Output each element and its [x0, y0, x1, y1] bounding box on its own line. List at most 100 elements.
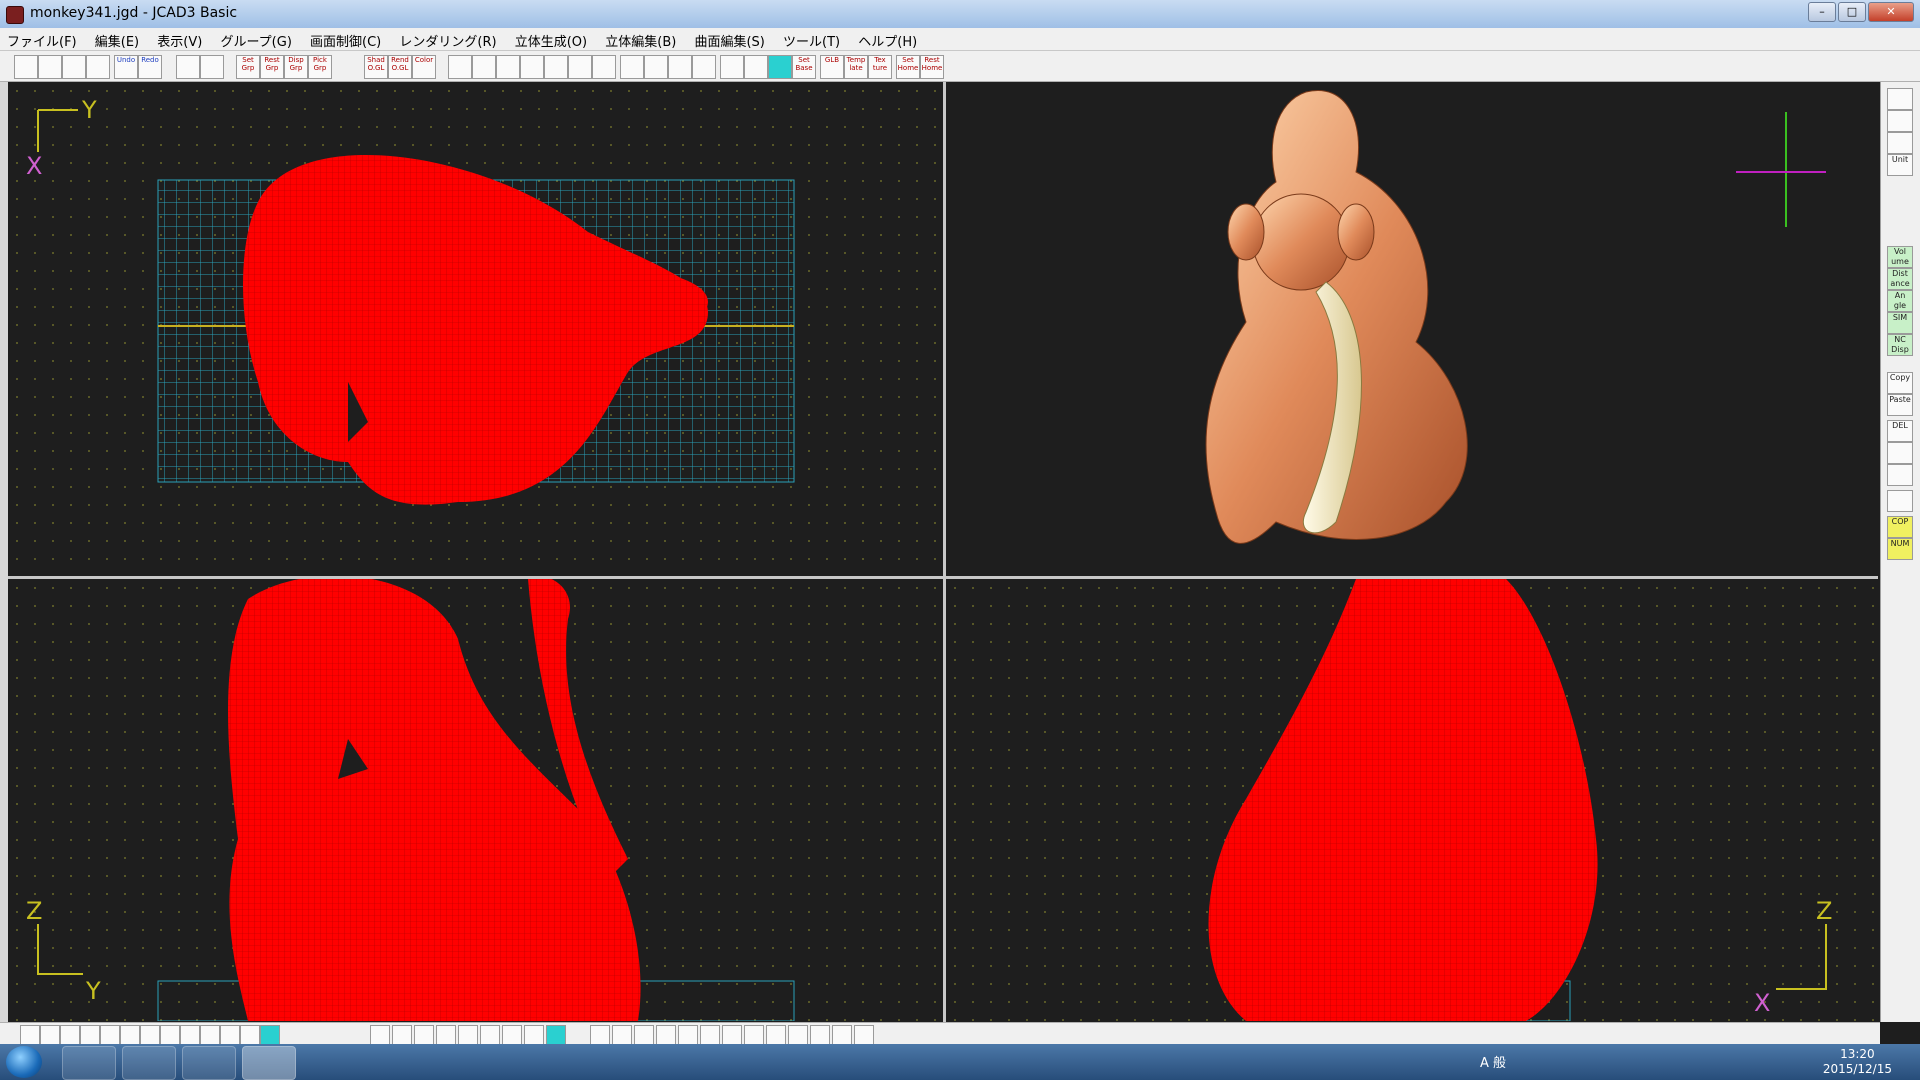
- menu-screen-control[interactable]: 画面制御(C): [303, 28, 388, 53]
- distance-button[interactable]: Dist ance: [1887, 268, 1913, 290]
- menu-group[interactable]: グループ(G): [213, 28, 298, 53]
- menu-solid-edit[interactable]: 立体編集(B): [598, 28, 683, 53]
- bottom-tool-1-icon[interactable]: [20, 1025, 40, 1045]
- open-folder-icon[interactable]: [38, 55, 62, 79]
- bottom-tool-30-icon[interactable]: [744, 1025, 764, 1045]
- bottom-tool-29-icon[interactable]: [722, 1025, 742, 1045]
- zoom-red-in-icon[interactable]: [620, 55, 644, 79]
- maximize-button[interactable]: □: [1838, 2, 1866, 22]
- monkey-wire-side[interactable]: [1208, 579, 1598, 1021]
- zoom-fit-icon[interactable]: [496, 55, 520, 79]
- save-icon[interactable]: [62, 55, 86, 79]
- light-icon[interactable]: [1887, 132, 1913, 154]
- bottom-tool-24-icon[interactable]: [612, 1025, 632, 1045]
- sim-button[interactable]: SIM: [1887, 312, 1913, 334]
- template-button[interactable]: Temp late: [844, 55, 868, 79]
- volume-button[interactable]: Vol ume: [1887, 246, 1913, 268]
- bottom-tool-32-icon[interactable]: [788, 1025, 808, 1045]
- bottom-tool-9-icon[interactable]: [180, 1025, 200, 1045]
- menu-edit[interactable]: 編集(E): [88, 28, 146, 53]
- render-view-canvas[interactable]: [946, 82, 1878, 576]
- undo-button[interactable]: Undo: [114, 55, 138, 79]
- viewport-perspective[interactable]: [946, 82, 1878, 576]
- bottom-tool-17-icon[interactable]: [436, 1025, 456, 1045]
- set-group-button[interactable]: Set Grp: [236, 55, 260, 79]
- rest-home-button[interactable]: Rest Home: [920, 55, 944, 79]
- group-list-icon[interactable]: [1887, 442, 1913, 464]
- copy-button[interactable]: Copy: [1887, 372, 1913, 394]
- menu-file[interactable]: ファイル(F): [0, 28, 84, 53]
- system-clock[interactable]: 13:20 2015/12/15: [1823, 1047, 1892, 1077]
- zoom-red-all-icon[interactable]: [692, 55, 716, 79]
- close-button[interactable]: ✕: [1868, 2, 1914, 22]
- angle-button[interactable]: An gle: [1887, 290, 1913, 312]
- delete-button[interactable]: DEL: [1887, 420, 1913, 442]
- zoom-in-icon[interactable]: [448, 55, 472, 79]
- bottom-tool-18-icon[interactable]: [458, 1025, 478, 1045]
- zoom-red-fit-icon[interactable]: [668, 55, 692, 79]
- front-view-canvas[interactable]: Z Y: [8, 579, 943, 1021]
- bottom-tool-11-icon[interactable]: [220, 1025, 240, 1045]
- bottom-tool-4-icon[interactable]: [80, 1025, 100, 1045]
- bottom-tool-7-icon[interactable]: [140, 1025, 160, 1045]
- bottom-tool-14-icon[interactable]: [370, 1025, 390, 1045]
- bottom-tool-3-icon[interactable]: [60, 1025, 80, 1045]
- bottom-tool-23-icon[interactable]: [590, 1025, 610, 1045]
- bottom-tool-25-icon[interactable]: [634, 1025, 654, 1045]
- snap-grid-icon[interactable]: [768, 55, 792, 79]
- bottom-tool-34-icon[interactable]: [832, 1025, 852, 1045]
- bottom-tool-35-icon[interactable]: [854, 1025, 874, 1045]
- pan-hand-icon[interactable]: [568, 55, 592, 79]
- horizontal-splitter[interactable]: [8, 576, 1878, 579]
- zoom-red-out-icon[interactable]: [644, 55, 668, 79]
- group-layer-icon[interactable]: [200, 55, 224, 79]
- bottom-tool-13-icon[interactable]: [260, 1025, 280, 1045]
- viewport-top[interactable]: Y X: [8, 82, 943, 576]
- chrome-icon[interactable]: [182, 1046, 236, 1080]
- vertical-splitter[interactable]: [943, 82, 946, 1022]
- ime-indicator[interactable]: A 般: [1480, 1052, 1506, 1071]
- num-button[interactable]: NUM: [1887, 538, 1913, 560]
- bottom-tool-6-icon[interactable]: [120, 1025, 140, 1045]
- redo-button[interactable]: Redo: [138, 55, 162, 79]
- disp-group-button[interactable]: Disp Grp: [284, 55, 308, 79]
- nc-disp-button[interactable]: NC Disp: [1887, 334, 1913, 356]
- internet-explorer-icon[interactable]: [62, 1046, 116, 1080]
- bottom-tool-12-icon[interactable]: [240, 1025, 260, 1045]
- render-eye-icon[interactable]: [1887, 88, 1913, 110]
- back-view-icon[interactable]: [592, 55, 616, 79]
- camera-icon[interactable]: [1887, 110, 1913, 132]
- bottom-tool-21-icon[interactable]: [524, 1025, 544, 1045]
- new-file-icon[interactable]: [14, 55, 38, 79]
- bottom-tool-20-icon[interactable]: [502, 1025, 522, 1045]
- print-icon[interactable]: [86, 55, 110, 79]
- color-button[interactable]: Color: [412, 55, 436, 79]
- jcad-taskbar-icon[interactable]: [242, 1046, 296, 1080]
- app-icon[interactable]: [6, 6, 24, 24]
- viewport-front[interactable]: Z Y: [8, 579, 943, 1021]
- menu-tools[interactable]: ツール(T): [776, 28, 847, 53]
- bottom-tool-31-icon[interactable]: [766, 1025, 786, 1045]
- bottom-tool-28-icon[interactable]: [700, 1025, 720, 1045]
- layers-icon[interactable]: [1887, 464, 1913, 486]
- tree-icon[interactable]: [1887, 490, 1913, 512]
- rest-group-button[interactable]: Rest Grp: [260, 55, 284, 79]
- bottom-tool-16-icon[interactable]: [414, 1025, 434, 1045]
- set-base-button[interactable]: Set Base: [792, 55, 816, 79]
- bottom-tool-15-icon[interactable]: [392, 1025, 412, 1045]
- bottom-tool-5-icon[interactable]: [100, 1025, 120, 1045]
- zoom-window-icon[interactable]: [520, 55, 544, 79]
- bottom-tool-8-icon[interactable]: [160, 1025, 180, 1045]
- pick-group-button[interactable]: Pick Grp: [308, 55, 332, 79]
- unit-button[interactable]: Unit: [1887, 154, 1913, 176]
- render-ogl-button[interactable]: Rend O.GL: [388, 55, 412, 79]
- texture-button[interactable]: Tex ture: [868, 55, 892, 79]
- start-button[interactable]: [6, 1046, 42, 1078]
- zoom-out-icon[interactable]: [472, 55, 496, 79]
- side-view-canvas[interactable]: Z X: [946, 579, 1878, 1021]
- menu-rendering[interactable]: レンダリング(R): [392, 28, 503, 53]
- cop-button[interactable]: COP: [1887, 516, 1913, 538]
- glb-button[interactable]: GLB: [820, 55, 844, 79]
- set-home-button[interactable]: Set Home: [896, 55, 920, 79]
- bottom-tool-26-icon[interactable]: [656, 1025, 676, 1045]
